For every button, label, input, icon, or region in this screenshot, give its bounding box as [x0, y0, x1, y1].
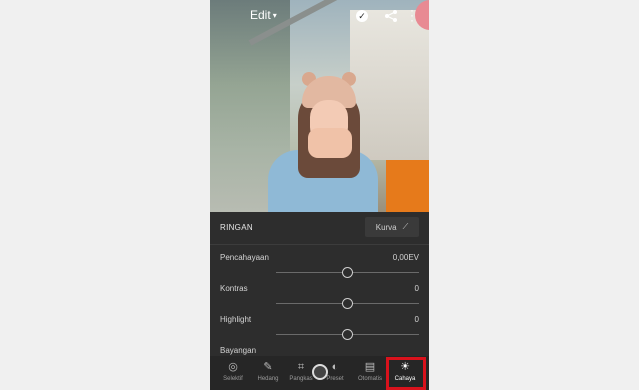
selective-icon: ◎ [228, 361, 238, 373]
light-panel: RINGAN Kurva ⟋ Pencahayaan 0,00EV Kontra… [210, 212, 429, 360]
tool-selective[interactable]: ◎ Selektif [216, 358, 250, 388]
share-icon[interactable] [384, 9, 398, 23]
tool-label: Selektif [223, 376, 243, 382]
tool-healing[interactable]: ✎ Hedang [251, 358, 285, 388]
slider-kontras[interactable]: Kontras 0 [210, 284, 429, 314]
photo-orange-panel [386, 160, 429, 212]
tool-label: Hedang [257, 376, 279, 382]
slider-value: 0 [414, 315, 419, 324]
auto-icon: ▤ [364, 361, 376, 373]
slider-value: 0,00EV [392, 253, 419, 262]
check-circle-icon[interactable]: ✓ [356, 10, 368, 22]
top-bar: Edit ▾ ✓ · · · [210, 0, 429, 32]
slider-label: Kontras [220, 284, 248, 293]
slider-thumb[interactable] [342, 267, 353, 278]
slider-pencahayaan[interactable]: Pencahayaan 0,00EV [210, 253, 429, 283]
slider-value: 0 [414, 284, 419, 293]
panel-title: RINGAN [220, 223, 253, 232]
tool-auto[interactable]: ▤ Otomatis [353, 358, 387, 388]
photo-person-hands [308, 128, 352, 158]
edit-title-dropdown[interactable]: Edit ▾ [250, 8, 277, 22]
slider-thumb[interactable] [342, 298, 353, 309]
more-vertical-icon[interactable]: · · · [408, 4, 416, 26]
phone-screen: Edit ▾ ✓ · · · RINGAN Kurva ⟋ Pencahayaan … [210, 0, 429, 390]
tool-label: Otomatis [357, 376, 382, 382]
slider-label: Bayangan [220, 346, 257, 355]
curve-button[interactable]: Kurva ⟋ [365, 217, 419, 237]
photo-building [350, 10, 429, 160]
slider-highlight[interactable]: Highlight 0 [210, 315, 429, 345]
slider-label: Highlight [220, 315, 252, 324]
curve-button-label: Kurva [375, 222, 397, 232]
compare-button[interactable] [312, 364, 328, 380]
slider-thumb[interactable] [342, 329, 353, 340]
edit-title: Edit [250, 8, 271, 22]
healing-icon: ✎ [263, 361, 273, 373]
preset-icon: ◐ [331, 361, 339, 373]
highlight-annotation-box [386, 357, 426, 390]
slider-label: Pencahayaan [220, 253, 269, 262]
chevron-down-icon: ▾ [272, 10, 277, 20]
panel-header: RINGAN Kurva ⟋ [210, 212, 429, 245]
crop-icon: ⌗ [297, 361, 305, 373]
curve-icon: ⟋ [402, 222, 409, 231]
